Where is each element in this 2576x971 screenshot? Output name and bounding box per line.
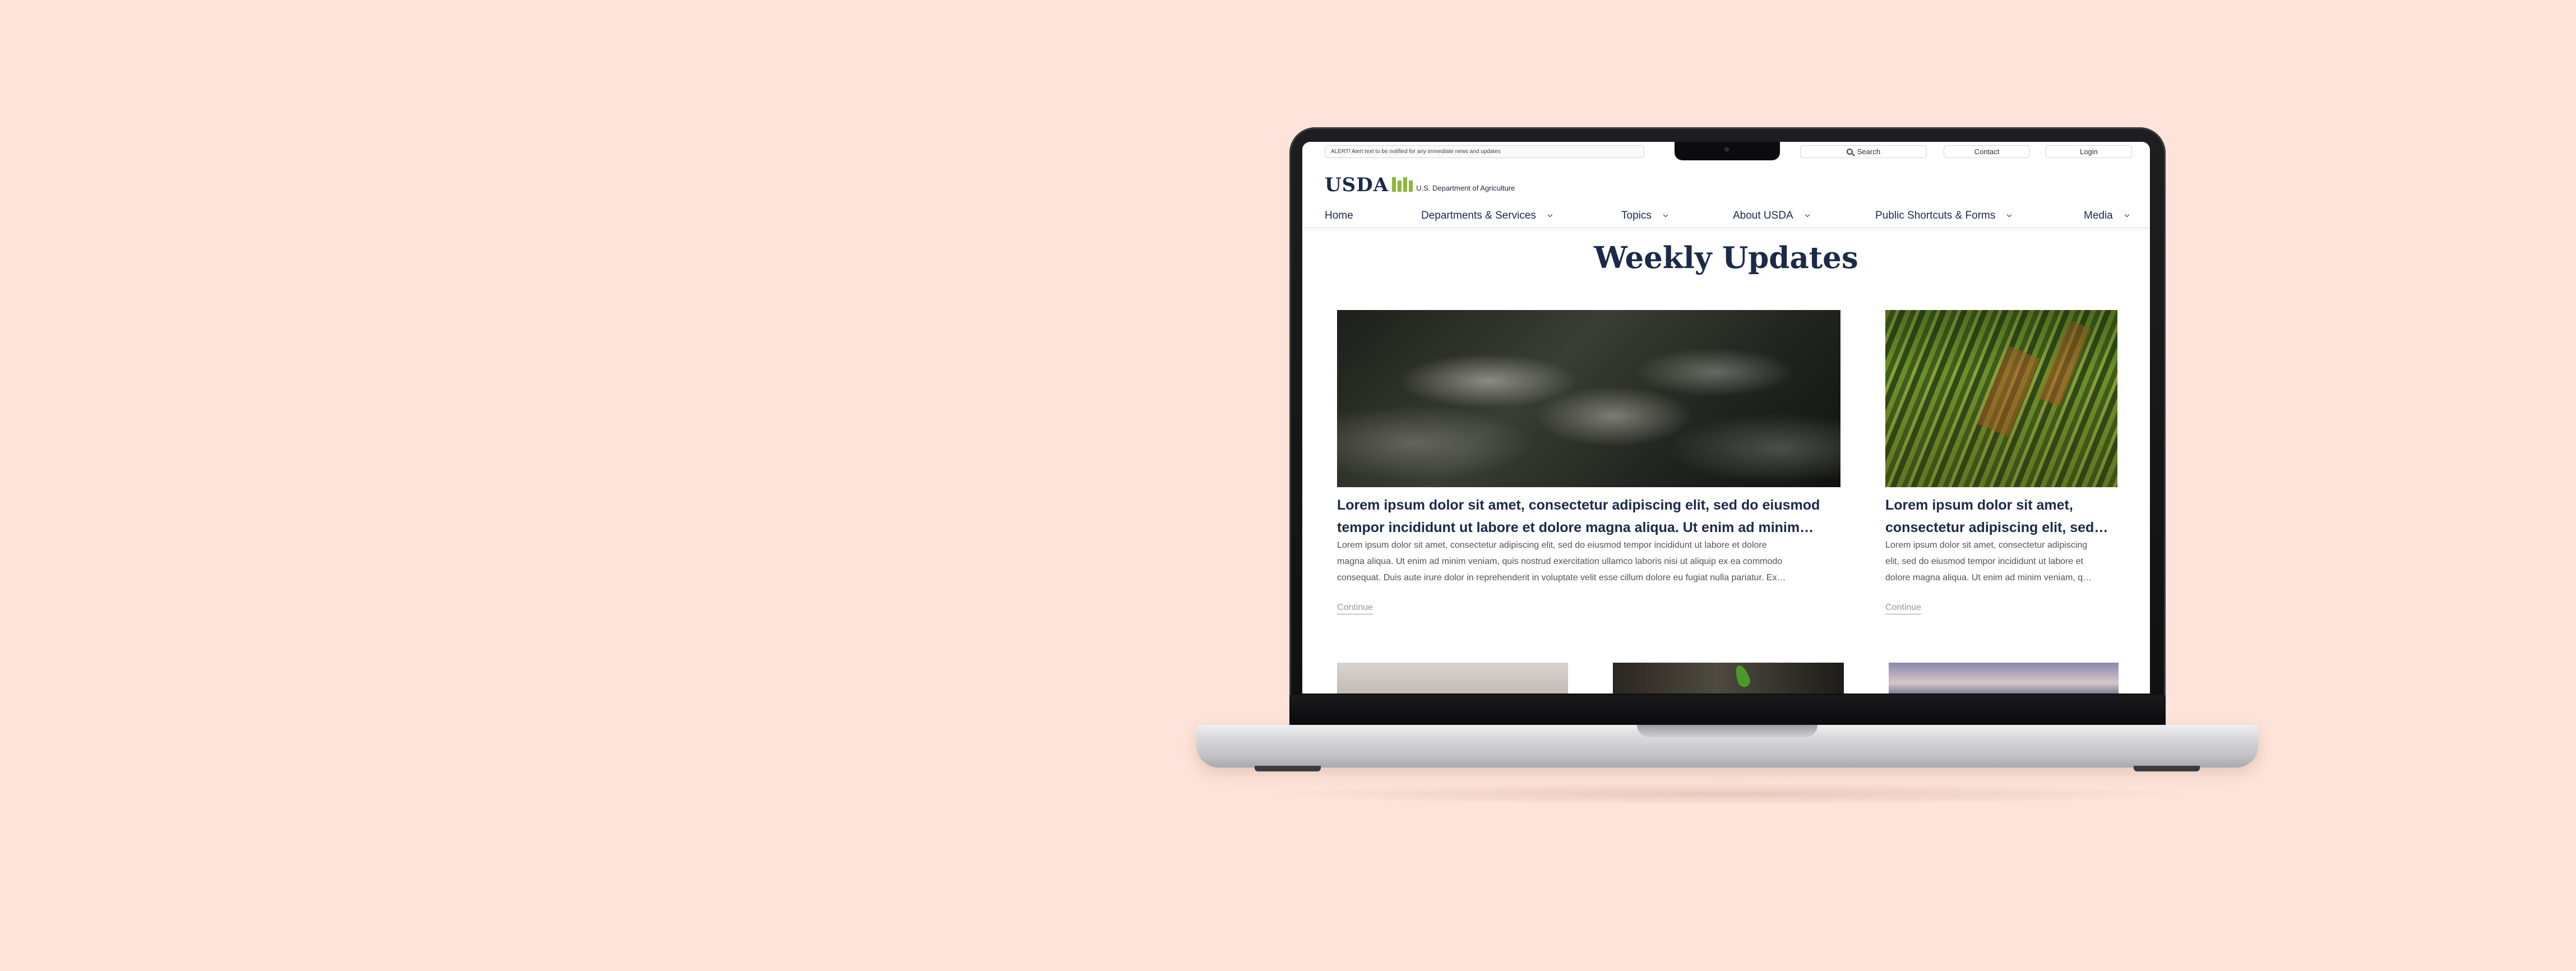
- laptop-foot-left: [1255, 766, 1321, 771]
- usda-symbol-icon: [1392, 177, 1413, 192]
- alert-banner: ALERT! Alert text to be notified for any…: [1325, 145, 1644, 158]
- nav-item-home[interactable]: Home: [1325, 205, 1353, 227]
- card-excerpt-line: dolore magna aliqua. Ut enim ad minim ve…: [1885, 573, 2092, 582]
- nav-item-departments[interactable]: Departments & Services: [1421, 205, 1553, 227]
- search-label: Search: [1857, 147, 1881, 156]
- search-button[interactable]: Search: [1800, 145, 1927, 158]
- laptop-lip-groove: [1637, 725, 1817, 737]
- nav-label: Departments & Services: [1421, 210, 1536, 221]
- usda-logo[interactable]: USDA U.S. Department of Agriculture: [1325, 175, 1515, 195]
- laptop-shadow: [1256, 783, 2198, 805]
- leaf-shape: [1732, 663, 1752, 689]
- card-image-sprout[interactable]: [1613, 663, 1844, 693]
- card-image-farmland[interactable]: [1885, 310, 2117, 487]
- card-excerpt-line: magna aliqua. Ut enim ad minim veniam, q…: [1337, 557, 1783, 566]
- login-label: Login: [2080, 147, 2098, 156]
- card-title-line: tempor incididunt ut labore et dolore ma…: [1337, 520, 1814, 535]
- continue-link[interactable]: Continue: [1337, 603, 1373, 614]
- nav-label: About USDA: [1733, 210, 1793, 221]
- card-title-line: Lorem ipsum dolor sit amet,: [1885, 497, 2073, 513]
- field-patch: [1977, 346, 2040, 437]
- nav-item-public-shortcuts[interactable]: Public Shortcuts & Forms: [1875, 205, 2012, 227]
- search-icon: [1846, 149, 1853, 155]
- card-excerpt-line: Lorem ipsum dolor sit amet, consectetur …: [1337, 540, 1767, 550]
- card-excerpt-line: Lorem ipsum dolor sit amet, consectetur …: [1885, 540, 2088, 550]
- nav-item-topics[interactable]: Topics: [1621, 205, 1668, 227]
- chevron-down-icon: [1663, 212, 1668, 218]
- page-title: Weekly Updates: [1594, 241, 1858, 275]
- laptop-chin: [1289, 695, 2166, 726]
- field-patch: [2038, 320, 2091, 407]
- nav-label: Media: [2084, 210, 2113, 221]
- card-title-line: consectetur adipiscing elit, sed…: [1885, 520, 2108, 535]
- card-title-line: Lorem ipsum dolor sit amet, consectetur …: [1337, 497, 1820, 513]
- card-excerpt: Lorem ipsum dolor sit amet, consectetur …: [1885, 537, 2126, 586]
- camera-notch: [1675, 142, 1780, 160]
- chevron-down-icon: [1805, 212, 1810, 218]
- camera-icon: [1724, 147, 1729, 152]
- chevron-down-icon: [1547, 212, 1553, 218]
- nav-label: Home: [1325, 210, 1353, 221]
- chevron-down-icon: [2124, 212, 2129, 218]
- nav-item-media[interactable]: Media: [2084, 205, 2129, 227]
- card-excerpt-line: consequat. Duis aute irure dolor in repr…: [1337, 573, 1786, 582]
- nav-label: Public Shortcuts & Forms: [1875, 210, 1996, 221]
- contact-button[interactable]: Contact: [1944, 145, 2030, 158]
- card-image-sky[interactable]: [1889, 663, 2119, 693]
- nav-item-about[interactable]: About USDA: [1733, 205, 1810, 227]
- laptop-foot-right: [2134, 766, 2200, 771]
- card-title[interactable]: Lorem ipsum dolor sit amet, consectetur …: [1337, 494, 1847, 539]
- main-nav: Home Departments & Services Topics About…: [1302, 205, 2150, 228]
- logo-subtitle: U.S. Department of Agriculture: [1416, 184, 1515, 192]
- card-image-mist[interactable]: [1337, 663, 1568, 693]
- chevron-down-icon: [2007, 212, 2012, 218]
- card-excerpt: Lorem ipsum dolor sit amet, consectetur …: [1337, 537, 1847, 586]
- card-image-soil[interactable]: [1337, 310, 1840, 487]
- login-button[interactable]: Login: [2046, 145, 2132, 158]
- continue-link[interactable]: Continue: [1885, 603, 1922, 614]
- card-excerpt-line: elit, sed do eiusmod tempor incididunt u…: [1885, 557, 2084, 566]
- contact-label: Contact: [1974, 147, 2000, 156]
- card-title[interactable]: Lorem ipsum dolor sit amet, consectetur …: [1885, 494, 2126, 539]
- logo-wordmark: USDA: [1325, 174, 1389, 196]
- laptop-screen: ALERT! Alert text to be notified for any…: [1302, 142, 2150, 693]
- nav-label: Topics: [1621, 210, 1652, 221]
